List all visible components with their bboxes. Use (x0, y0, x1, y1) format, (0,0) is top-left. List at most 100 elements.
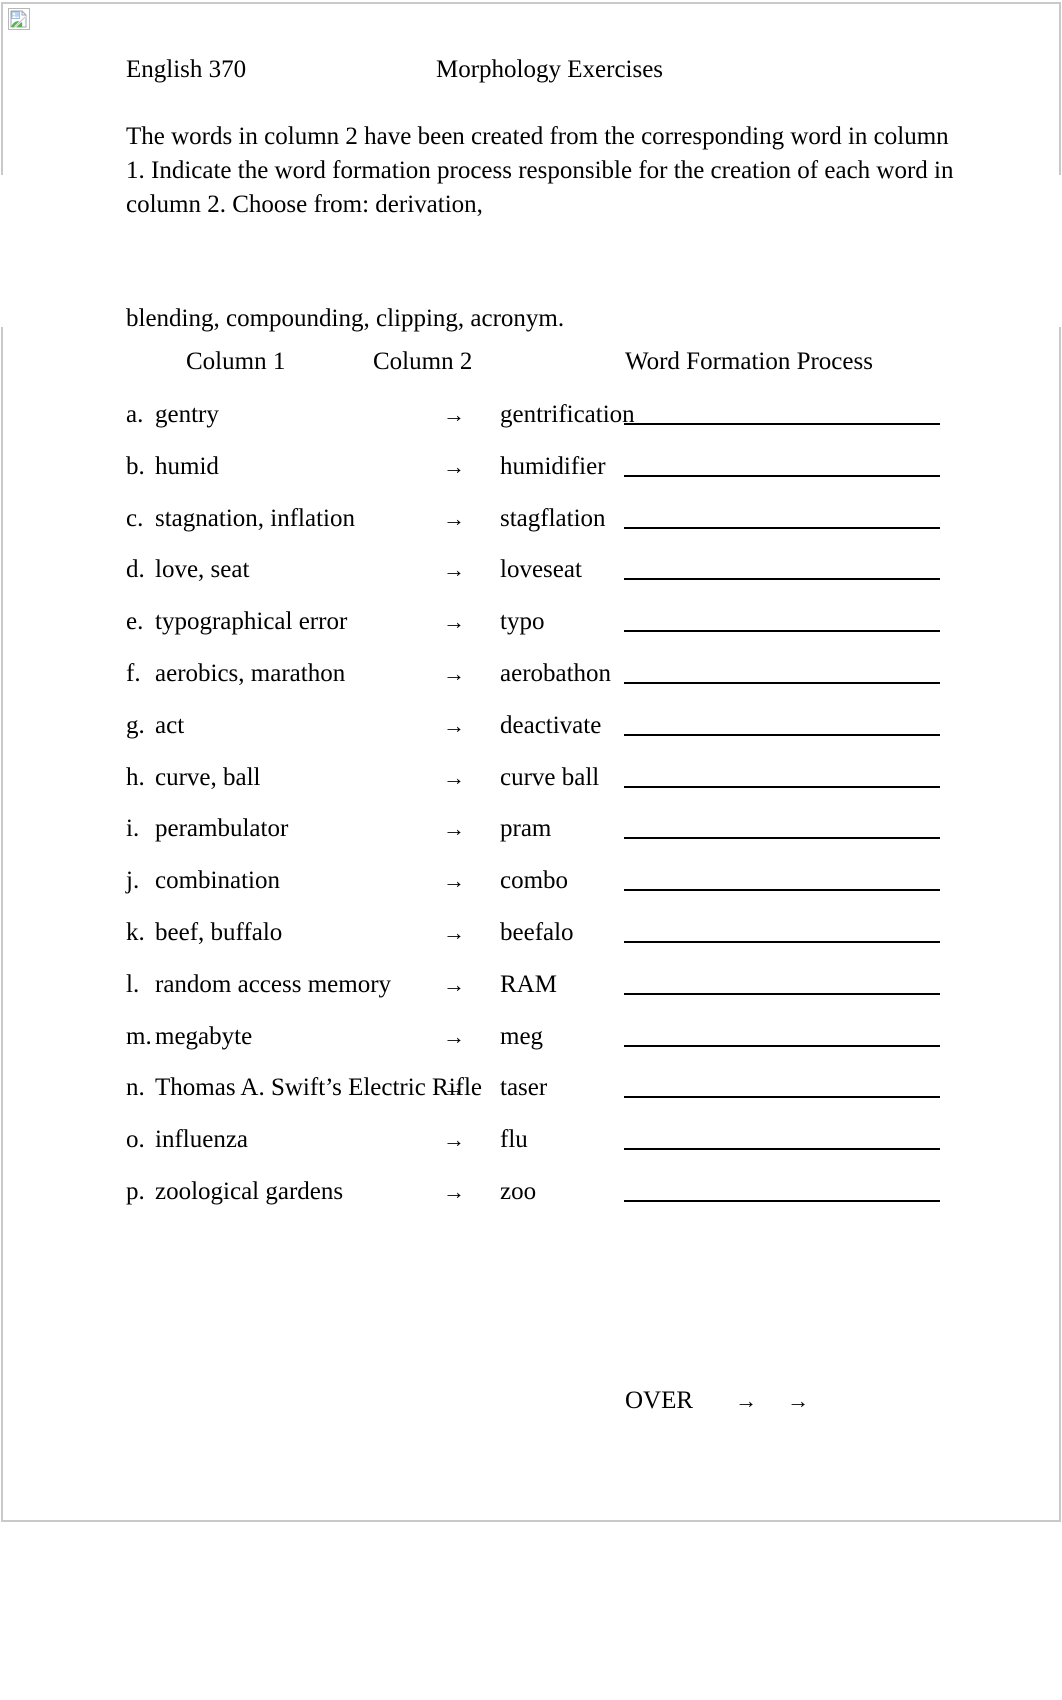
answer-blank-field[interactable] (624, 1044, 940, 1047)
column-2-word: typo (500, 608, 545, 636)
table-row: e. typographical error → typo (0, 605, 1062, 639)
row-marker: a. (126, 401, 144, 428)
column-1-word: random access memory (155, 970, 392, 998)
column-2-word: pram (500, 815, 552, 843)
table-row: l. random access memory → RAM (0, 968, 1062, 1002)
over-footer: OVER → → (625, 1385, 809, 1417)
row-marker: k. (126, 919, 145, 946)
over-label: OVER (625, 1387, 694, 1414)
arrow-right-icon: → (443, 1179, 465, 1204)
arrow-right-icon: → (443, 609, 465, 635)
arrow-right-icon: → (443, 1075, 465, 1101)
column-1-word: megabyte (155, 1022, 253, 1050)
column-2-word: loveseat (500, 556, 582, 584)
answer-blank-field[interactable] (624, 474, 940, 477)
answer-blank-field[interactable] (624, 682, 940, 684)
answer-blank-field[interactable] (624, 992, 940, 995)
column-2-word: aerobathon (500, 660, 612, 687)
column-2-word: deactivate (500, 711, 602, 739)
column-2-word: zoo (500, 1178, 537, 1205)
row-marker: d. (126, 556, 145, 584)
over-arrow-1-icon: → (735, 1388, 758, 1413)
row-marker: p. (126, 1178, 145, 1205)
table-row: b. humid → humidifier (0, 450, 1062, 484)
column-1-word: perambulator (155, 815, 289, 843)
row-marker: l. (126, 970, 140, 998)
answer-blank-field[interactable] (624, 889, 940, 892)
course-label: English 370 (126, 56, 247, 83)
answer-blank-field[interactable] (624, 1096, 940, 1099)
column-2-word: taser (500, 1074, 548, 1102)
column-2-heading: Column 2 (373, 348, 473, 375)
arrow-right-icon: → (443, 712, 465, 738)
row-marker: o. (126, 1126, 145, 1154)
column-2-word: meg (500, 1022, 544, 1050)
column-1-word: beef, buffalo (155, 919, 283, 946)
column-1-word: love, seat (155, 556, 250, 584)
arrow-right-icon: → (443, 971, 465, 997)
document-header: English 370 Morphology Exercises (126, 55, 946, 85)
column-1-word: aerobics, marathon (155, 660, 346, 687)
answer-blank-field[interactable] (624, 578, 940, 581)
row-marker: e. (126, 608, 144, 636)
answer-blank-field[interactable] (624, 733, 940, 736)
column-2-word: stagflation (500, 504, 606, 532)
column-2-word: RAM (500, 970, 557, 998)
answer-blank-field[interactable] (624, 941, 940, 943)
column-1-word: typographical error (155, 608, 348, 636)
answer-blank-field[interactable] (624, 1148, 940, 1151)
table-row: n. Thomas A. Swift’s Electric Rifle → taser (0, 1071, 1062, 1105)
row-marker: h. (126, 763, 145, 791)
answer-blank-field[interactable] (624, 423, 940, 425)
arrow-right-icon: → (443, 920, 465, 945)
column-3-heading: Word Formation Process (625, 348, 873, 375)
row-marker: b. (126, 452, 145, 480)
arrow-right-icon: → (443, 453, 465, 479)
answer-blank-field[interactable] (624, 837, 940, 840)
table-row: c. stagnation, inflation → stagflation (0, 502, 1062, 536)
instructions-continuation: blending, compounding, clipping, acronym… (126, 305, 565, 332)
broken-image-icon (8, 8, 30, 30)
column-2-word: flu (500, 1126, 528, 1154)
row-marker: j. (126, 867, 140, 895)
answer-blank-field[interactable] (624, 1200, 940, 1202)
answer-blank-field[interactable] (624, 526, 940, 529)
answer-blank-field[interactable] (624, 630, 940, 633)
document-body: English 370 Morphology Exercises The word… (0, 0, 1062, 1700)
row-marker: i. (126, 815, 140, 843)
arrow-right-icon: → (443, 1127, 465, 1153)
column-1-word: stagnation, inflation (155, 504, 355, 532)
column-2-word: beefalo (500, 919, 574, 946)
arrow-right-icon: → (443, 764, 465, 790)
arrow-right-icon: → (443, 557, 465, 583)
arrow-right-icon: → (443, 505, 465, 531)
column-2-word: gentrification (500, 401, 635, 428)
column-1-word: curve, ball (155, 763, 261, 791)
column-1-heading: Column 1 (186, 348, 286, 375)
arrow-right-icon: → (443, 661, 465, 686)
table-row: o. influenza → flu (0, 1123, 1062, 1157)
column-2-word: curve ball (500, 763, 600, 791)
table-row: a. gentry → gentrification (0, 398, 1062, 432)
column-1-word: humid (155, 452, 219, 480)
table-row: p. zoological gardens → zoo (0, 1175, 1062, 1209)
column-1-word: act (155, 711, 185, 739)
row-marker: g. (126, 711, 145, 739)
arrow-right-icon: → (443, 402, 465, 427)
table-row: m. megabyte → meg (0, 1020, 1062, 1054)
arrow-right-icon: → (443, 868, 465, 894)
page-title: Morphology Exercises (436, 56, 664, 83)
table-row: d. love, seat → loveseat (0, 553, 1062, 587)
column-1-word: zoological gardens (155, 1178, 344, 1205)
row-marker: c. (126, 504, 144, 532)
arrow-right-icon: → (443, 1023, 465, 1049)
answer-blank-field[interactable] (624, 785, 940, 788)
table-row: i. perambulator → pram (0, 812, 1062, 846)
table-row: f. aerobics, marathon → aerobathon (0, 657, 1062, 691)
instructions-paragraph: The words in column 2 have been created … (126, 123, 954, 218)
row-marker: m. (126, 1022, 152, 1050)
column-1-word: influenza (155, 1126, 249, 1154)
table-row: j. combination → combo (0, 864, 1062, 898)
column-1-word: gentry (155, 401, 219, 428)
row-marker: n. (126, 1074, 145, 1102)
